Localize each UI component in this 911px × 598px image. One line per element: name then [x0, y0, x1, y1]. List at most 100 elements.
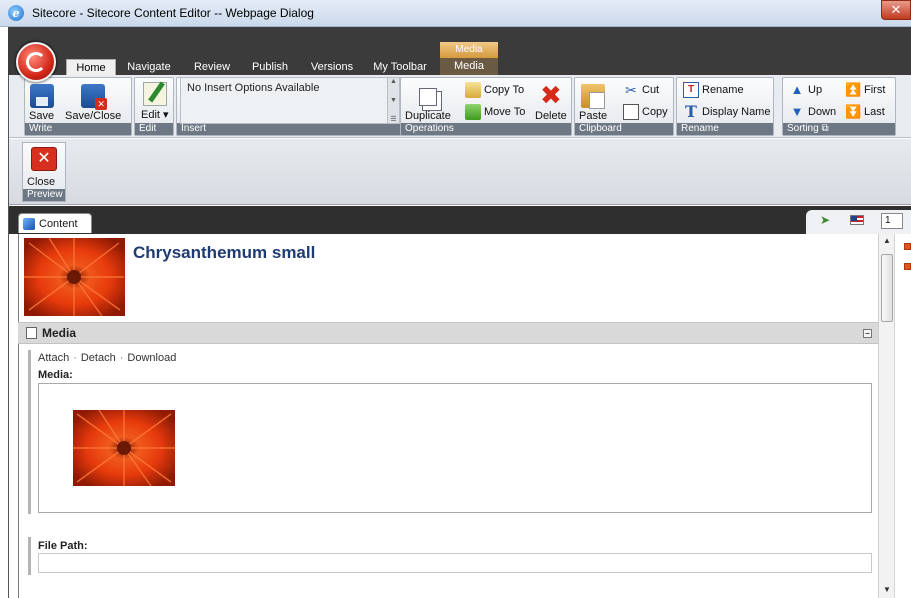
duplicate-icon: [418, 88, 437, 106]
collapse-icon[interactable]: –: [863, 329, 872, 338]
display-name-icon: T: [685, 102, 697, 121]
tab-my-toolbar[interactable]: My Toolbar: [368, 59, 432, 75]
ribbon: Save Save/Close Write Edit ▾ Edit Insert…: [8, 75, 911, 138]
group-operations: Duplicate Copy To Move To ✖ Delete Opera…: [400, 77, 572, 136]
copy-button[interactable]: Copy: [623, 104, 668, 120]
validation-error-marker[interactable]: [904, 243, 911, 250]
group-label-edit: Edit: [135, 123, 173, 135]
group-label-rename: Rename: [677, 123, 773, 135]
detach-link[interactable]: Detach: [81, 352, 116, 364]
tab-content[interactable]: Content: [18, 213, 92, 233]
insert-options-scrollbar[interactable]: ▲ ▼ ☰: [387, 78, 399, 123]
validation-gutter: [894, 234, 911, 598]
navigate-arrow-icon[interactable]: ➤: [820, 214, 832, 226]
scroll-down-arrow-icon[interactable]: ▼: [879, 585, 895, 594]
validation-error-marker[interactable]: [904, 263, 911, 270]
close-preview-label[interactable]: Close: [27, 176, 55, 188]
tab-publish[interactable]: Publish: [246, 59, 294, 75]
save-label: Save: [29, 110, 55, 122]
scroll-down-icon[interactable]: ▼: [390, 97, 397, 104]
tab-home[interactable]: Home: [66, 59, 116, 75]
preview-strip: ✕ Close Preview: [8, 139, 911, 205]
duplicate-button[interactable]: Duplicate: [405, 86, 451, 122]
scroll-up-icon[interactable]: ▲: [390, 78, 397, 85]
section-header-media[interactable]: Media –: [18, 322, 878, 344]
editor-vertical-scrollbar[interactable]: ▲ ▼: [878, 234, 894, 598]
last-button[interactable]: ⏬ Last: [845, 104, 885, 120]
save-button[interactable]: Save: [29, 84, 54, 122]
delete-icon: ✖: [539, 81, 562, 111]
up-arrow-icon: ▲: [790, 82, 804, 97]
group-label-sorting: Sorting ⧉: [783, 123, 895, 135]
up-button[interactable]: ▲ Up: [789, 82, 823, 98]
sitecore-app-button[interactable]: [16, 42, 56, 82]
save-icon: [29, 84, 54, 108]
down-label: Down: [808, 106, 837, 118]
rename-label: Rename: [702, 84, 744, 96]
window-title: Sitecore - Sitecore Content Editor -- We…: [32, 6, 314, 20]
tab-navigate[interactable]: Navigate: [124, 59, 174, 75]
down-button[interactable]: ▼ Down: [789, 104, 837, 120]
content-tab-bar: [8, 206, 911, 234]
group-edit: Edit ▾ Edit: [134, 77, 174, 136]
copy-label: Copy: [642, 106, 668, 118]
attach-link[interactable]: Attach: [38, 352, 69, 364]
first-arrow-icon: ⏫: [845, 82, 862, 97]
scrollbar-thumb[interactable]: [881, 254, 893, 322]
group-label-write: Write: [25, 123, 131, 135]
last-arrow-icon: ⏬: [845, 104, 862, 119]
edit-button[interactable]: Edit ▾: [141, 82, 169, 121]
version-selector[interactable]: 1: [881, 213, 903, 229]
tab-review[interactable]: Review: [188, 59, 236, 75]
close-preview-icon[interactable]: ✕: [31, 147, 57, 171]
rename-button[interactable]: T Rename: [683, 82, 744, 98]
paste-button[interactable]: Paste: [579, 84, 607, 122]
tab-versions[interactable]: Versions: [306, 59, 358, 75]
window-close-button[interactable]: ✕: [881, 0, 911, 20]
contextual-group-media: Media: [440, 42, 498, 58]
paste-label: Paste: [579, 110, 608, 122]
insert-options-list[interactable]: No Insert Options Available ▲ ▼ ☰: [180, 77, 400, 124]
insert-options-empty-text: No Insert Options Available: [187, 82, 320, 94]
display-name-label: Display Name: [702, 106, 771, 118]
copy-icon: [623, 104, 639, 120]
rename-icon: T: [683, 82, 699, 98]
group-label-insert: Insert: [177, 123, 401, 135]
download-link[interactable]: Download: [127, 352, 176, 364]
cut-icon: ✂: [625, 82, 637, 98]
item-thumbnail-image: [24, 238, 125, 316]
save-close-icon: [81, 84, 108, 110]
expand-icon[interactable]: ☰: [390, 115, 396, 123]
move-to-button[interactable]: Move To: [465, 104, 525, 120]
group-sorting: ▲ Up ▼ Down ⏫ First ⏬ Last Sorting ⧉: [782, 77, 896, 136]
section-icon: [26, 327, 37, 339]
display-name-button[interactable]: T Display Name: [683, 104, 770, 120]
group-preview: ✕ Close Preview: [22, 142, 66, 202]
field-marker-media: [28, 350, 31, 514]
media-preview-image: [73, 410, 175, 486]
save-close-label: Save/Close: [65, 110, 122, 122]
delete-button[interactable]: ✖ Delete: [535, 81, 567, 122]
up-label: Up: [808, 84, 823, 96]
save-close-button[interactable]: Save/Close: [65, 84, 121, 122]
move-to-label: Move To: [484, 106, 526, 118]
down-arrow-icon: ▼: [790, 104, 804, 119]
cut-button[interactable]: ✂ Cut: [623, 82, 659, 98]
first-button[interactable]: ⏫ First: [845, 82, 885, 98]
tab-media[interactable]: Media: [440, 58, 498, 75]
filepath-input[interactable]: [38, 553, 872, 573]
content-cube-icon: [23, 217, 35, 230]
group-label-operations: Operations: [401, 123, 571, 135]
duplicate-label: Duplicate: [405, 110, 451, 122]
language-flag-icon[interactable]: [850, 215, 864, 225]
scroll-up-arrow-icon[interactable]: ▲: [879, 236, 895, 245]
cut-label: Cut: [642, 84, 660, 96]
copy-to-button[interactable]: Copy To: [465, 82, 524, 98]
delete-label: Delete: [535, 110, 567, 122]
separator: ·: [73, 352, 77, 364]
group-rename: T Rename T Display Name Rename: [676, 77, 774, 136]
separator: ·: [119, 352, 124, 364]
media-field-actions: Attach · Detach · Download: [38, 352, 176, 364]
first-label: First: [864, 84, 886, 96]
copy-to-label: Copy To: [484, 84, 525, 96]
